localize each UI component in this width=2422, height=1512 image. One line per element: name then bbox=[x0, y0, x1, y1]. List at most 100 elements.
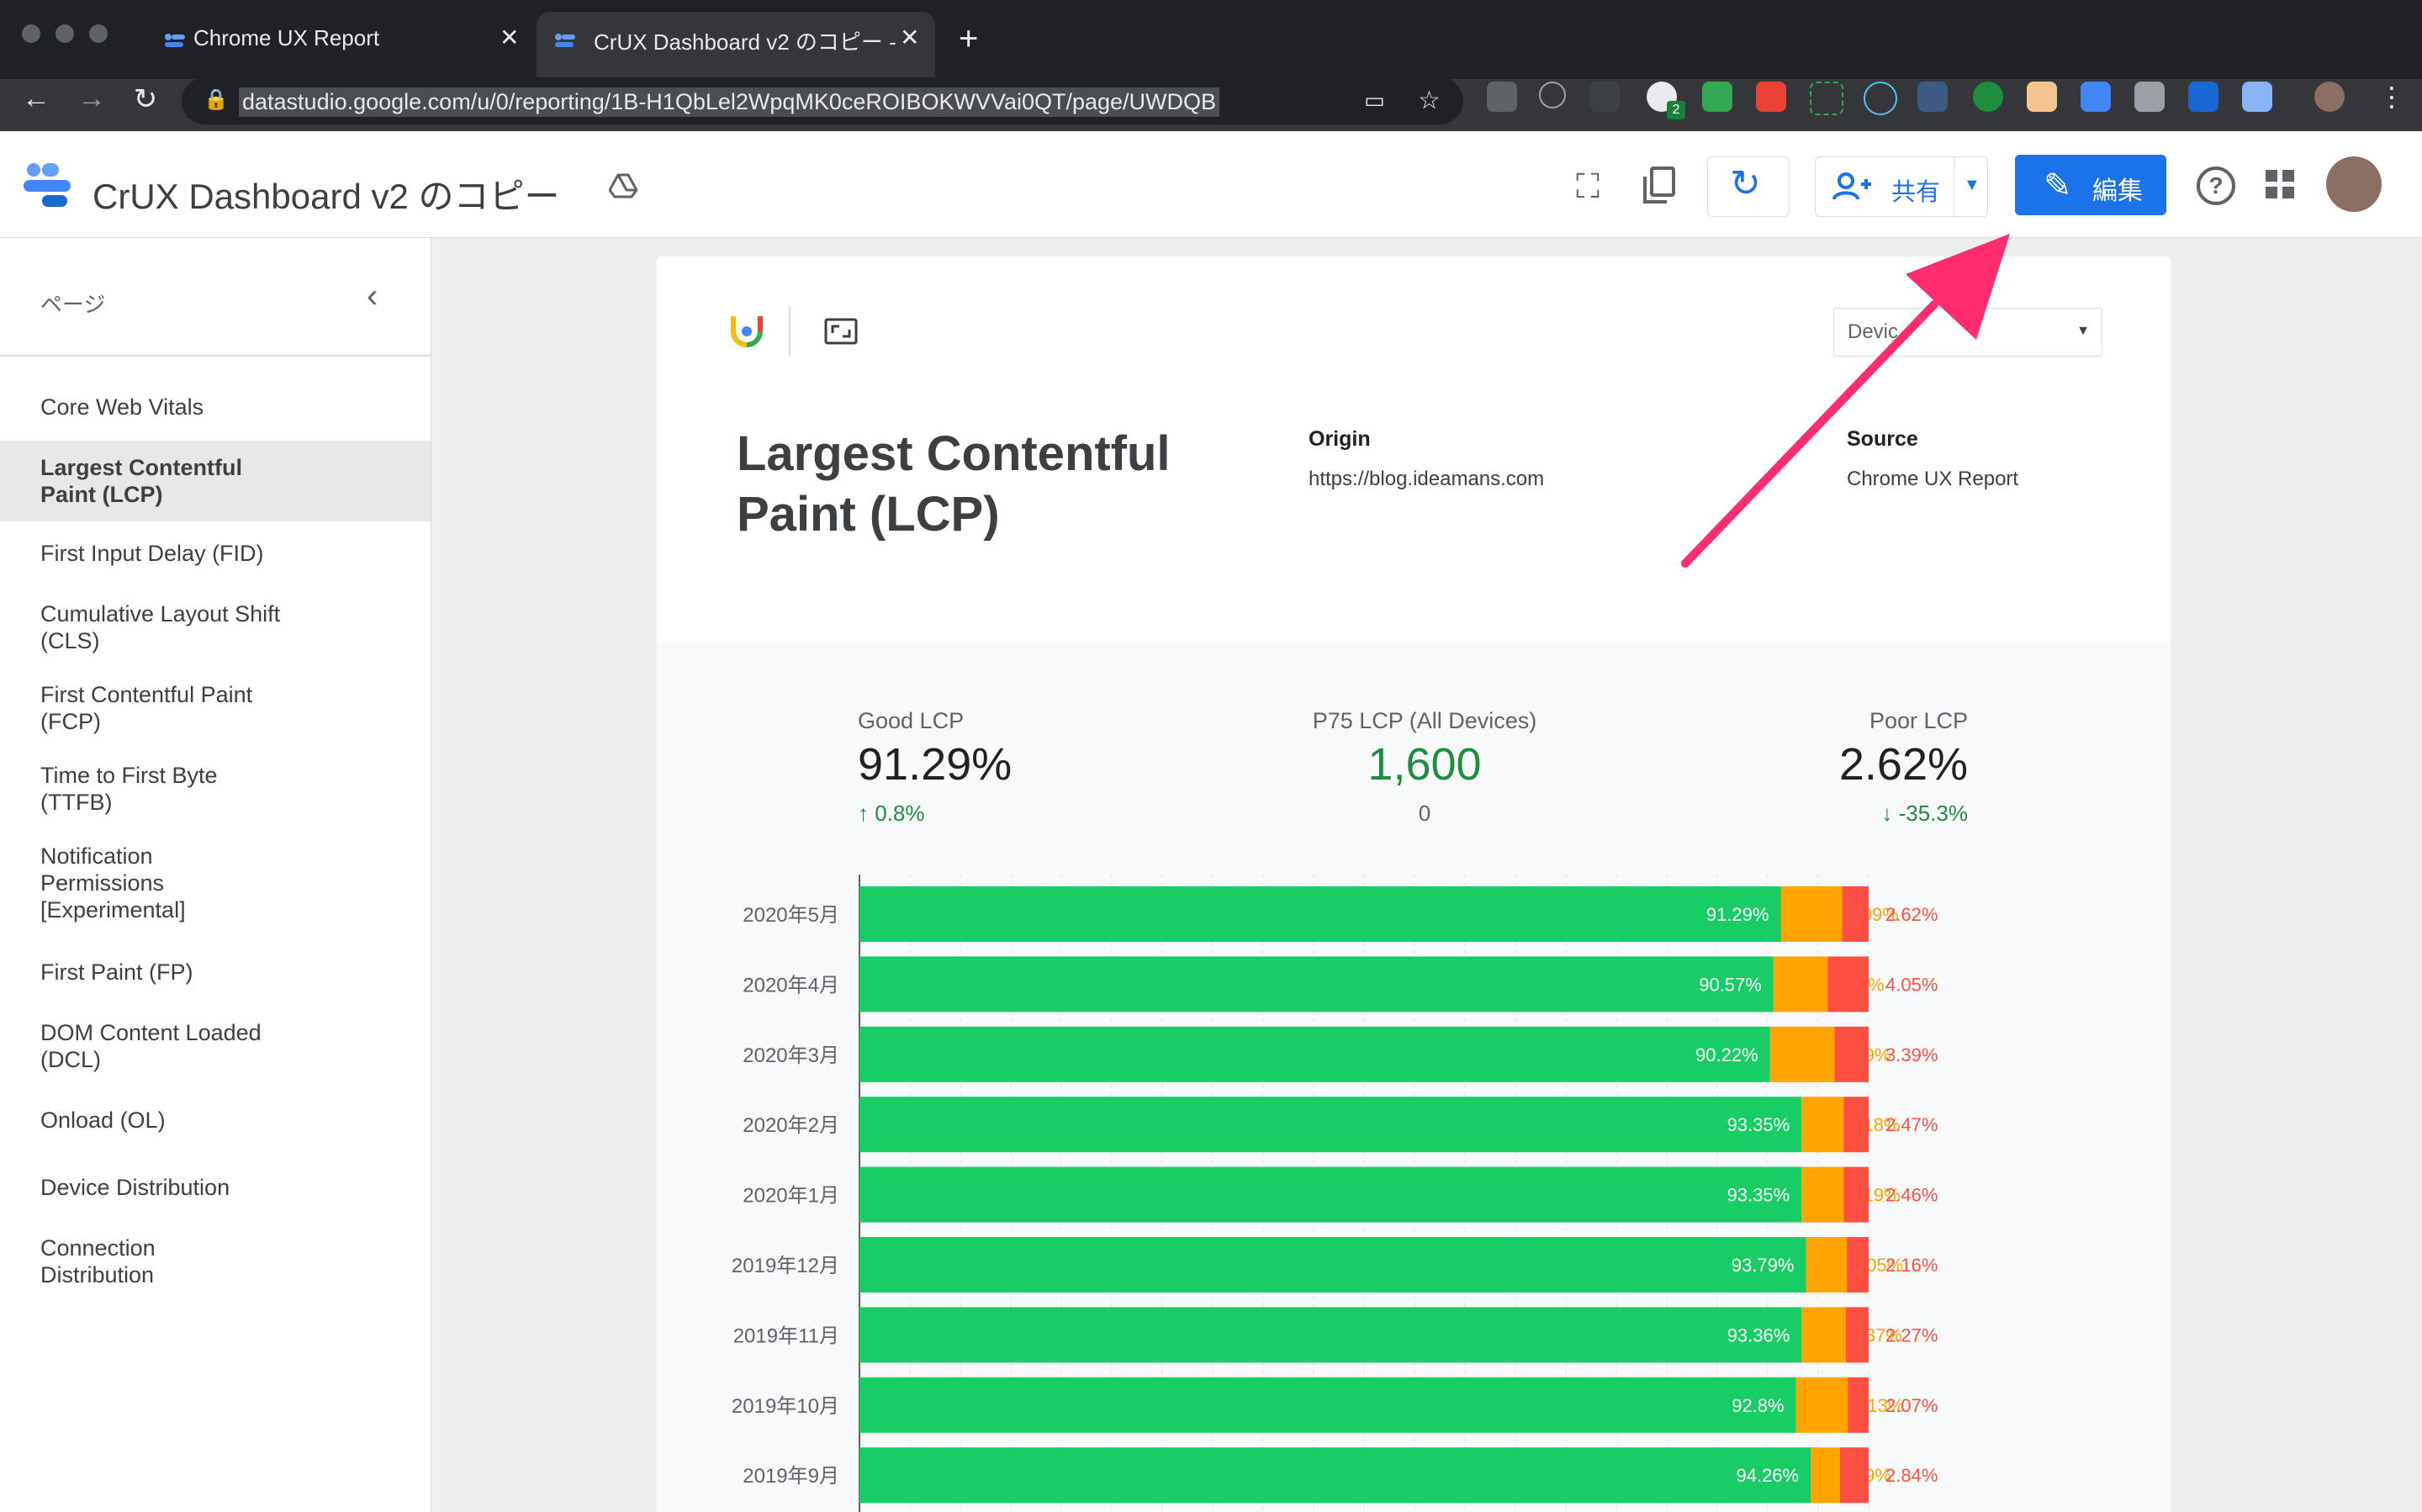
chart-bar-segment bbox=[859, 956, 1774, 1012]
chart-bar-segment bbox=[1847, 1237, 1869, 1293]
origin-label: Origin bbox=[1309, 427, 1371, 451]
poor-lcp-delta: ↓ -35.3% bbox=[1716, 801, 1968, 827]
chart-category-label: 2020年4月 bbox=[743, 974, 839, 997]
chart-bar-segment bbox=[1801, 1097, 1844, 1153]
window-minimize-dot[interactable] bbox=[56, 24, 74, 43]
sidebar-item-label: Device Distribution bbox=[40, 1175, 230, 1200]
cast-icon[interactable]: ▭ bbox=[1364, 87, 1385, 114]
chart-data-label: 4.05% bbox=[1885, 974, 1938, 995]
tab-close-icon[interactable]: ✕ bbox=[500, 24, 519, 51]
sidebar-item-cls[interactable]: Cumulative Layout Shift (CLS) bbox=[0, 600, 431, 659]
chart-category-label: 2019年9月 bbox=[743, 1465, 839, 1488]
refresh-data-button[interactable]: ↻ bbox=[1707, 156, 1790, 217]
delta-value: -35.3% bbox=[1898, 801, 1968, 826]
chart-data-label: 91.29% bbox=[1706, 904, 1769, 925]
chart-data-label: 2.16% bbox=[1885, 1255, 1938, 1276]
drive-icon[interactable] bbox=[609, 173, 637, 198]
info-extension-icon[interactable] bbox=[1539, 82, 1566, 108]
share-dropdown-icon[interactable]: ▼ bbox=[1964, 176, 1980, 195]
chart-bar-segment bbox=[1839, 1447, 1869, 1504]
sidebar-item-dcl[interactable]: DOM Content Loaded (DCL) bbox=[0, 1019, 431, 1078]
edit-label: 編集 bbox=[2092, 177, 2143, 205]
extension-badge: 2 bbox=[1667, 101, 1685, 119]
chart-bar-segment bbox=[859, 1447, 1811, 1504]
new-tab-icon[interactable]: + bbox=[959, 20, 978, 58]
chart-data-label: 90.57% bbox=[1699, 974, 1762, 995]
report-title[interactable]: CrUX Dashboard v2 のコピー bbox=[93, 168, 560, 219]
reload-icon[interactable]: ↻ bbox=[124, 82, 167, 116]
email-extension-icon[interactable] bbox=[1589, 82, 1620, 112]
data-studio-favicon-icon bbox=[165, 34, 185, 47]
chart-category-label: 2019年10月 bbox=[732, 1395, 839, 1418]
add-person-icon bbox=[1832, 172, 1871, 200]
collapse-sidebar-icon[interactable]: ‹ bbox=[367, 278, 378, 315]
sidebar-item-label: Core Web Vitals bbox=[40, 394, 204, 420]
device-filter-select[interactable]: Devic ▼ bbox=[1833, 308, 2102, 357]
data-studio-logo-icon[interactable] bbox=[24, 163, 76, 209]
address-bar[interactable]: 🔒 datastudio.google.com/u/0/reporting/1B… bbox=[182, 77, 1463, 124]
refresh-extension-icon[interactable] bbox=[1864, 82, 1897, 115]
profile-avatar[interactable] bbox=[2314, 82, 2345, 112]
bookmark-extension-icon[interactable] bbox=[2188, 82, 2218, 112]
browser-menu-icon[interactable]: ⋮ bbox=[2378, 81, 2405, 113]
chart-category-label: 2020年1月 bbox=[743, 1185, 839, 1208]
block-extension-icon[interactable] bbox=[1756, 82, 1786, 112]
chart-bar-segment bbox=[859, 1377, 1796, 1433]
chart-bar-segment bbox=[859, 1097, 1802, 1153]
edit-button[interactable]: ✎ 編集 bbox=[2015, 155, 2166, 215]
sidebar-item-device-distribution[interactable]: Device Distribution bbox=[0, 1174, 431, 1206]
sidebar-item-fid[interactable]: First Input Delay (FID) bbox=[0, 538, 431, 570]
window-extension-icon[interactable] bbox=[2081, 82, 2111, 112]
metric-title: Largest Contentful Paint (LCP) bbox=[737, 426, 1171, 542]
capture-extension-icon[interactable] bbox=[1810, 82, 1843, 115]
pin-extension-icon[interactable] bbox=[2134, 82, 2165, 112]
chevron-down-icon: ▼ bbox=[2076, 324, 2090, 338]
source-value: Chrome UX Report bbox=[1847, 468, 2019, 490]
chart-bar-segment bbox=[1843, 1166, 1869, 1223]
chart-bar-segment bbox=[859, 886, 1781, 942]
forward-icon[interactable]: → bbox=[71, 82, 113, 115]
bookmark-star-icon[interactable]: ☆ bbox=[1418, 86, 1441, 115]
sidebar-item-ttfb[interactable]: Time to First Byte (TTFB) bbox=[0, 762, 431, 821]
share-button[interactable]: 共有 ▼ bbox=[1815, 156, 1988, 217]
p75-lcp-delta: 0 bbox=[1418, 801, 1431, 826]
tab-close-icon[interactable]: ✕ bbox=[900, 24, 919, 51]
puzzle-extension-icon[interactable] bbox=[1702, 82, 1732, 112]
chart-data-label: 93.36% bbox=[1727, 1324, 1790, 1345]
sidebar-item-fcp[interactable]: First Contentful Paint (FCP) bbox=[0, 681, 431, 740]
sidebar-item-connection-distribution[interactable]: Connection Distribution bbox=[0, 1234, 431, 1293]
avatar-extension-icon[interactable] bbox=[2027, 82, 2057, 112]
sidebar-item-label: Connection Distribution bbox=[40, 1235, 156, 1287]
chart-bar-segment bbox=[1843, 1097, 1869, 1153]
expand-frame-icon[interactable] bbox=[824, 318, 858, 345]
pencil-icon: ✎ bbox=[2044, 167, 2072, 204]
copy-icon[interactable] bbox=[1642, 167, 1677, 205]
url-text[interactable]: datastudio.google.com/u/0/reporting/1B-H… bbox=[239, 87, 1220, 117]
chart-data-label: 2.27% bbox=[1885, 1324, 1938, 1345]
tab-crux-dashboard[interactable]: CrUX Dashboard v2 のコピー - ✕ bbox=[537, 12, 935, 79]
fullscreen-icon[interactable]: ⛶ bbox=[1576, 168, 1600, 206]
sidebar-item-label: First Input Delay (FID) bbox=[40, 541, 264, 566]
bird-extension-icon[interactable] bbox=[2242, 82, 2272, 112]
window-zoom-dot[interactable] bbox=[89, 24, 108, 43]
account-avatar[interactable] bbox=[2326, 156, 2382, 212]
chart-data-label: 93.35% bbox=[1727, 1114, 1790, 1135]
window-close-dot[interactable] bbox=[22, 24, 40, 43]
sidebar-item-notification-permissions[interactable]: Notification Permissions [Experimental] bbox=[0, 843, 431, 928]
drive-extension-icon[interactable] bbox=[1487, 82, 1517, 112]
refresh-icon: ↻ bbox=[1730, 163, 1761, 204]
sidebar-item-lcp[interactable]: Largest Contentful Paint (LCP) bbox=[0, 441, 431, 521]
sidebar-item-core-web-vitals[interactable]: Core Web Vitals bbox=[0, 392, 431, 424]
chart-bar-segment bbox=[1780, 886, 1843, 942]
tab-chrome-ux-report[interactable]: Chrome UX Report ✕ bbox=[126, 12, 530, 79]
apps-grid-icon[interactable] bbox=[2264, 168, 2296, 200]
device-select-value: Devic bbox=[1848, 320, 1899, 343]
back-icon[interactable]: ← bbox=[15, 82, 57, 115]
chart-bar-segment bbox=[859, 1237, 1806, 1293]
sidebar-item-fp[interactable]: First Paint (FP) bbox=[0, 959, 431, 991]
sidebar-item-onload[interactable]: Onload (OL) bbox=[0, 1107, 431, 1139]
help-icon[interactable]: ? bbox=[2197, 167, 2235, 205]
chart-bar-segment bbox=[1795, 1377, 1848, 1433]
chat-extension-icon[interactable] bbox=[1973, 82, 2003, 112]
video-extension-icon[interactable] bbox=[1917, 82, 1948, 112]
